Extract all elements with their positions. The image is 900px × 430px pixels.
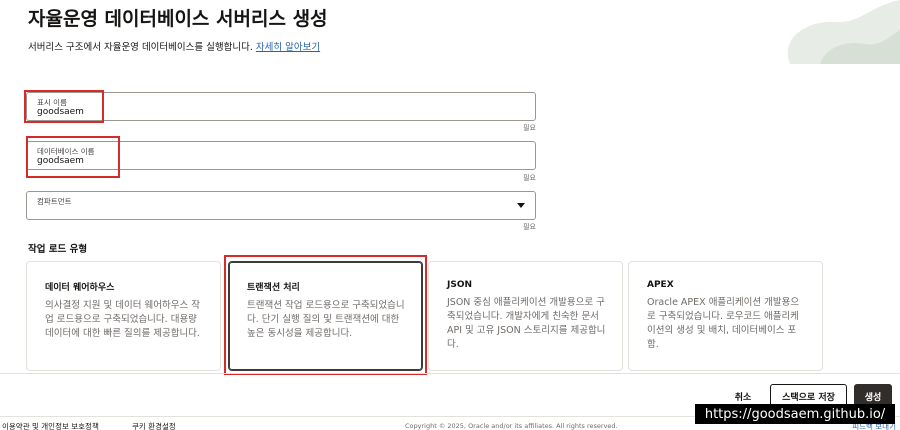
workload-card-transaction-processing[interactable]: 트랜잭션 처리 트랜잭션 작업 로드용으로 구축되었습니다. 단기 실행 질의 …: [228, 261, 423, 371]
database-name-required: 필요: [523, 174, 536, 182]
card-title: 트랜잭션 처리: [247, 283, 300, 293]
compartment-label: 컴파트먼트: [37, 197, 72, 206]
compartment-required: 필요: [523, 223, 536, 231]
page-header: 자율운영 데이터베이스 서버리스 생성 서버리스 구조에서 자율운영 데이터베이…: [0, 0, 900, 64]
display-name-value: goodsaem: [37, 107, 84, 117]
card-description: 의사결정 지원 및 데이터 웨어하우스 작업 로드용으로 구축되었습니다. 대용…: [45, 300, 200, 339]
database-name-value: goodsaem: [37, 156, 84, 166]
header-decoration: [750, 0, 900, 64]
workload-card-json[interactable]: JSON JSON 중심 애플리케이션 개발용으로 구축되었습니다. 개발자에게…: [428, 261, 623, 371]
display-name-required: 필요: [523, 124, 536, 132]
card-description: Oracle APEX 애플리케이션 개발용으로 구축되었습니다. 로우코드 애…: [647, 297, 800, 350]
learn-more-link[interactable]: 자세히 알아보기: [256, 42, 320, 53]
card-description: 트랜잭션 작업 로드용으로 구축되었습니다. 단기 실행 질의 및 트랜잭션에 …: [247, 300, 405, 339]
dropdown-caret-icon: [517, 203, 525, 208]
display-name-field[interactable]: 표시 이름 goodsaem: [26, 92, 536, 121]
page-description: 서버리스 구조에서 자율운영 데이터베이스를 실행합니다. 자세히 알아보기: [28, 39, 320, 53]
card-title: APEX: [647, 280, 674, 290]
workload-card-apex[interactable]: APEX Oracle APEX 애플리케이션 개발용으로 구축되었습니다. 로…: [628, 261, 823, 371]
card-title: JSON: [447, 280, 473, 290]
compartment-select[interactable]: 컴파트먼트: [26, 191, 536, 220]
database-name-field[interactable]: 데이터베이스 이름 goodsaem: [26, 141, 536, 170]
card-title: 데이터 웨어하우스: [45, 283, 115, 293]
workload-card-data-warehouse[interactable]: 데이터 웨어하우스 의사결정 지원 및 데이터 웨어하우스 작업 로드용으로 구…: [26, 261, 221, 371]
privacy-link[interactable]: 이용약관 및 개인정보 보호정책: [2, 421, 99, 430]
card-description: JSON 중심 애플리케이션 개발용으로 구축되었습니다. 개발자에게 친숙한 …: [447, 297, 606, 350]
decorative-pattern-band: [0, 64, 900, 71]
action-bar-divider: [0, 373, 900, 374]
cookie-preferences-link[interactable]: 쿠키 환경설정: [132, 421, 176, 430]
page-description-text: 서버리스 구조에서 자율운영 데이터베이스를 실행합니다.: [28, 42, 253, 53]
workload-type-title: 작업 로드 유형: [28, 244, 88, 255]
watermark-url: https://goodsaem.github.io/: [695, 404, 895, 424]
page-title: 자율운영 데이터베이스 서버리스 생성: [28, 8, 328, 30]
copyright-text: Copyright © 2025, Oracle and/or its affi…: [405, 422, 618, 430]
